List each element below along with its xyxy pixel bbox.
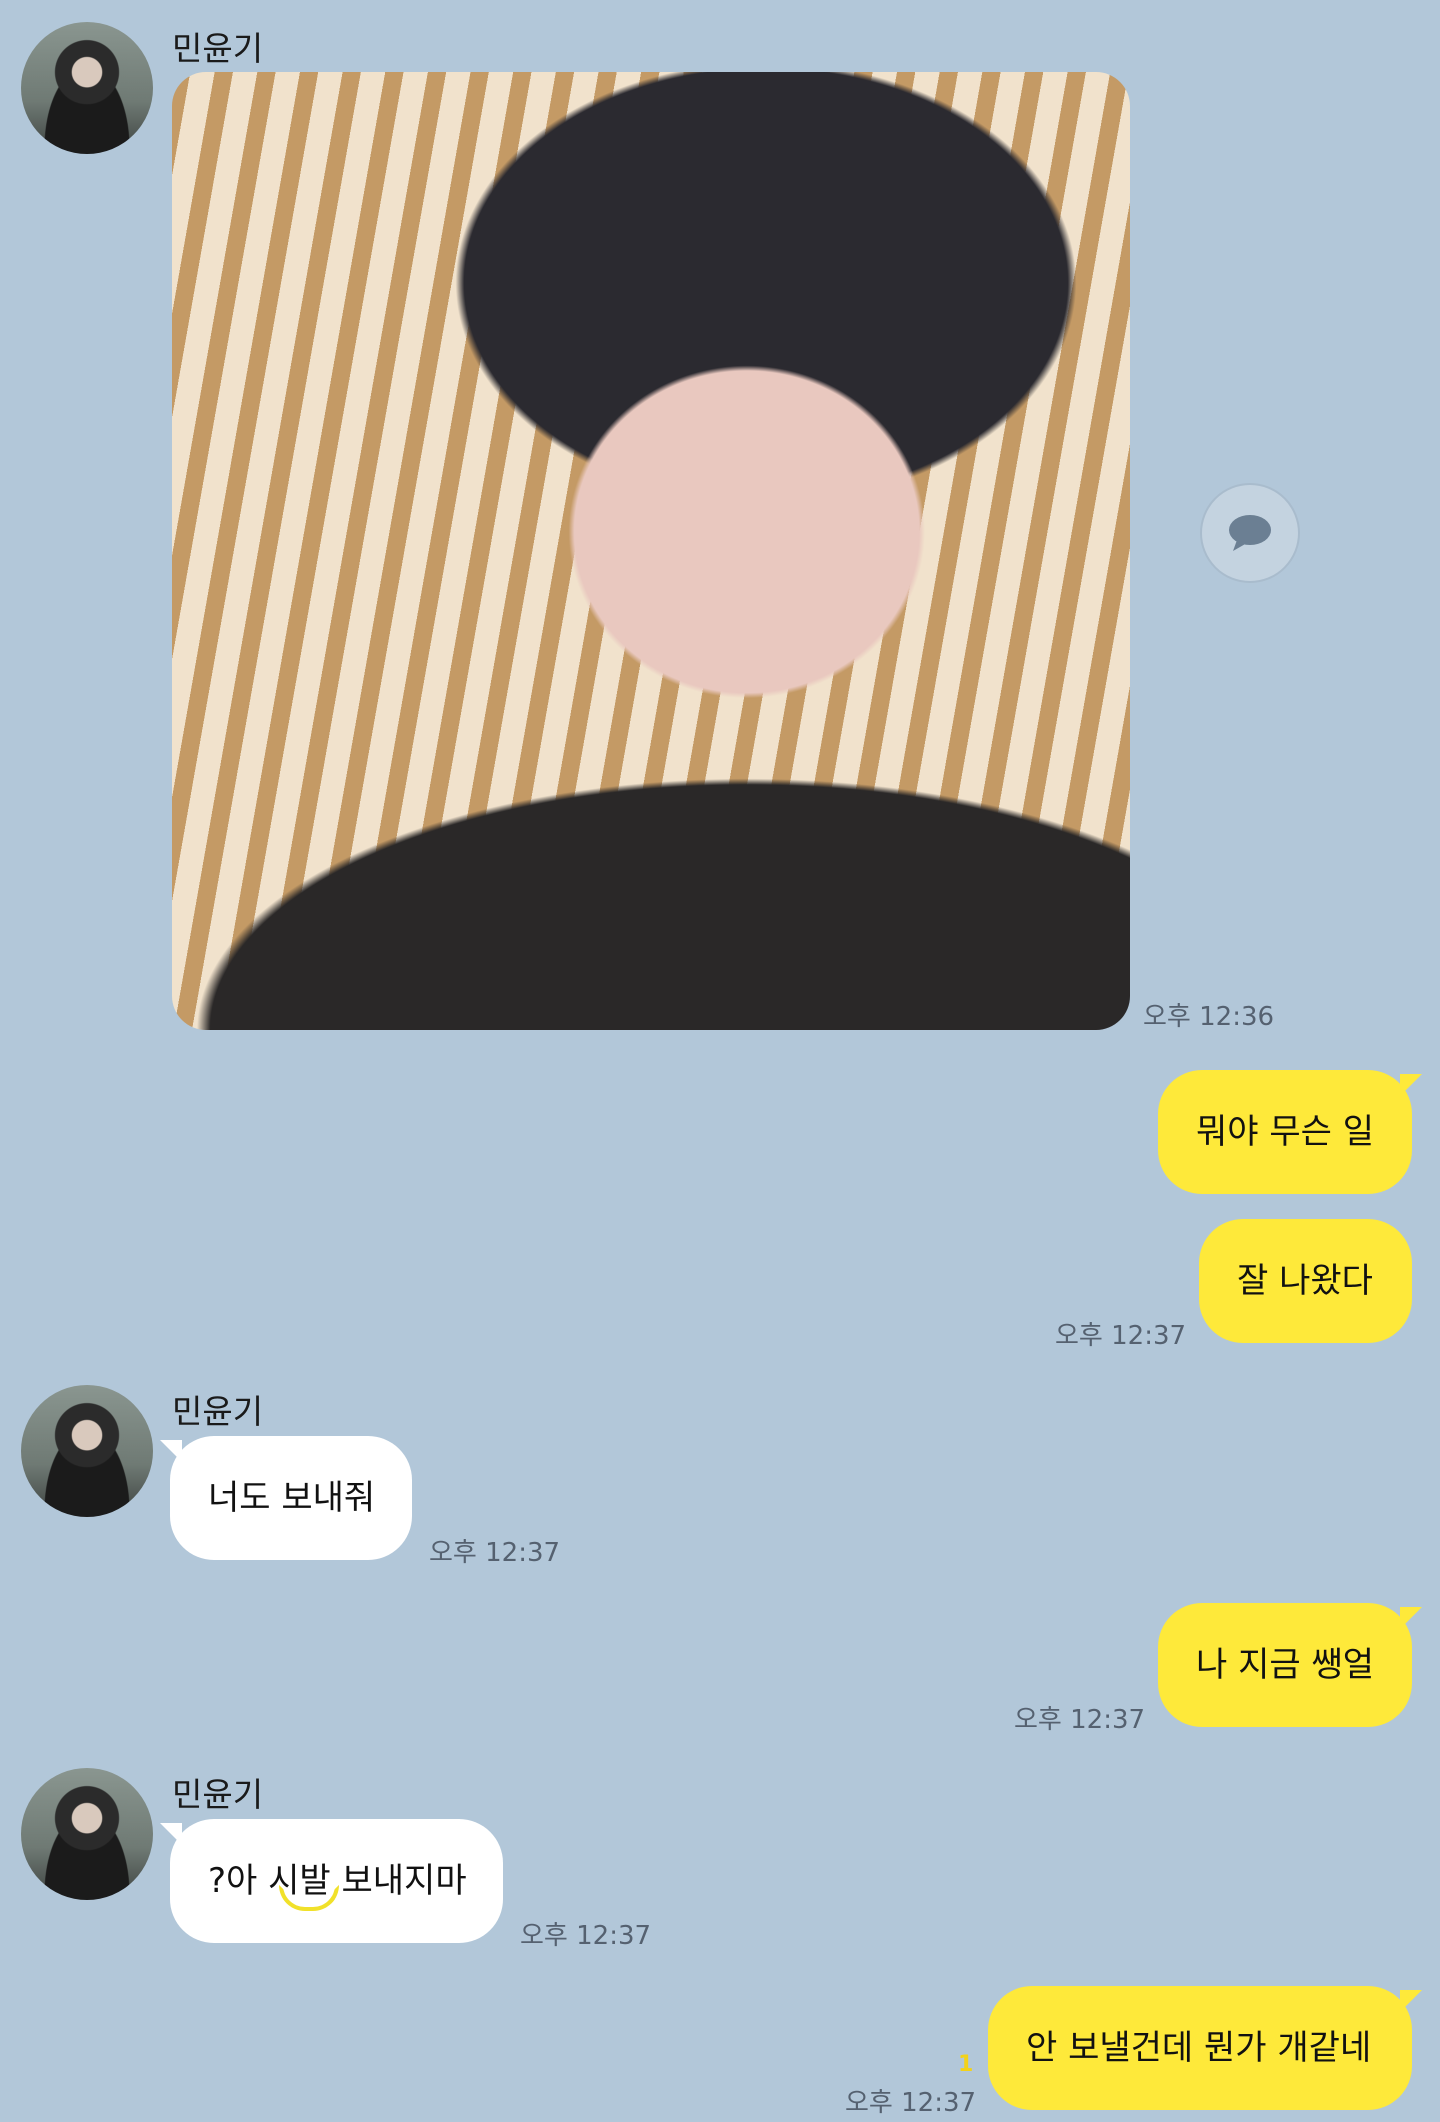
incoming-message[interactable]: ?아 시발 보내지마 [160,1819,503,1943]
sender-name: 민윤기 [172,1392,264,1431]
message-time: 오후 12:37 [845,2088,977,2118]
photo-message[interactable] [172,72,1130,1030]
unread-count: 1 [958,2052,974,2077]
outgoing-message[interactable]: 잘 나왔다 [1199,1219,1412,1343]
sender-name: 민윤기 [172,29,264,68]
outgoing-message[interactable]: 뭐야 무슨 일 [1158,1070,1422,1194]
chat-bubble-icon[interactable] [1200,483,1300,583]
message-time: 오후 12:37 [429,1538,561,1568]
message-time: 오후 12:37 [520,1921,652,1951]
sender-name: 민윤기 [172,1775,264,1814]
outgoing-message[interactable]: 나 지금 쌩얼 [1158,1603,1422,1727]
message-time: 오후 12:36 [1143,1002,1275,1032]
outgoing-message[interactable]: 안 보낼건데 뭔가 개같네 [988,1986,1422,2110]
sender-avatar[interactable] [21,1768,153,1900]
message-time: 오후 12:37 [1055,1321,1187,1351]
message-time: 오후 12:37 [1014,1705,1146,1735]
sender-avatar[interactable] [21,1385,153,1517]
sender-avatar[interactable] [21,22,153,154]
incoming-message[interactable]: 너도 보내줘 [160,1436,412,1560]
